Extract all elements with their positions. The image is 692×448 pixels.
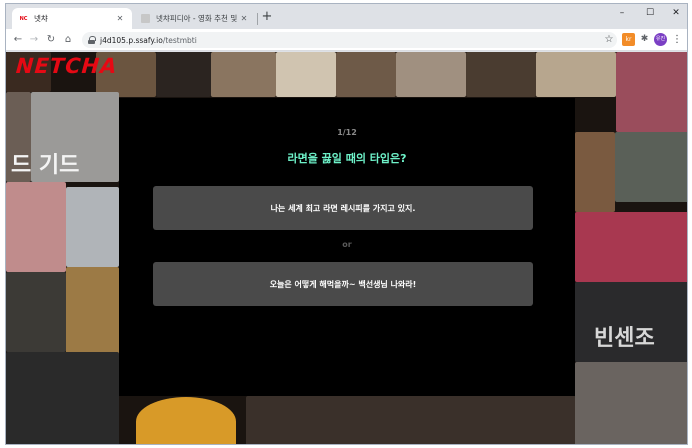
- poster-title-text: 드 기드: [11, 153, 80, 178]
- poster-tile: [575, 362, 687, 444]
- question-counter: 1/12: [337, 128, 357, 137]
- poster-title-text: 빈센조: [594, 326, 655, 351]
- poster-tile: [536, 52, 616, 97]
- browser-toolbar: ← → ↻ ⌂ j4d105.p.ssafy.io/testmbti ☆ kr …: [6, 29, 687, 51]
- tab-strip: NC 넷챠 ✕ 넷챠피디아 - 영화 추천 및 평가 ✕ + – ☐ ✕: [6, 4, 687, 29]
- poster-tile: [66, 187, 119, 267]
- netcha-favicon-icon: NC: [19, 15, 28, 22]
- url-host: j4d105.p.ssafy.io: [100, 35, 163, 45]
- forward-arrow-icon[interactable]: →: [27, 32, 41, 48]
- poster-tile: [246, 396, 576, 444]
- poster-tile: [66, 267, 119, 357]
- answer-option-2-button[interactable]: 오늘은 어떻게 해먹을까~ 백선생님 나와라!: [153, 262, 533, 306]
- close-window-button[interactable]: ✕: [662, 5, 687, 21]
- page-content: 드 기드 빈센조 NETCHA 1/12 라면을 끓일 때의 타입은? 나는 세…: [6, 52, 687, 444]
- url-path: /testmbti: [162, 35, 197, 45]
- poster-tile: [156, 52, 211, 97]
- menu-icon[interactable]: ⋮: [670, 32, 684, 48]
- poster-tile: [616, 52, 687, 132]
- or-separator: or: [342, 240, 352, 249]
- profile-avatar[interactable]: 유진: [654, 33, 667, 46]
- tab-close-icon[interactable]: ✕: [239, 14, 249, 23]
- mbti-quiz-modal: 1/12 라면을 끓일 때의 타입은? 나는 세계 최고 라면 레시피를 가지고…: [119, 98, 575, 396]
- poster-tile: [396, 52, 466, 97]
- minimize-button[interactable]: –: [608, 5, 636, 21]
- bookmark-star-icon[interactable]: ☆: [602, 32, 616, 48]
- netcha-logo[interactable]: NETCHA: [15, 54, 118, 78]
- browser-window: NC 넷챠 ✕ 넷챠피디아 - 영화 추천 및 평가 ✕ + – ☐ ✕ ← →…: [5, 3, 688, 445]
- poster-tile: [575, 212, 687, 282]
- tab-netcha[interactable]: NC 넷챠 ✕: [12, 8, 132, 29]
- image-favicon-icon: [141, 14, 150, 23]
- reload-icon[interactable]: ↻: [44, 32, 58, 48]
- tab-netchapedia[interactable]: 넷챠피디아 - 영화 추천 및 평가 ✕: [134, 8, 256, 29]
- poster-tile: [6, 272, 66, 352]
- poster-tile: [211, 52, 276, 97]
- poster-tile: [276, 52, 336, 97]
- poster-tile: [575, 132, 615, 212]
- poster-tile: [6, 352, 119, 444]
- poster-tile: [466, 52, 536, 97]
- tab-divider: [257, 13, 258, 25]
- back-arrow-icon[interactable]: ←: [11, 32, 25, 48]
- tab-title: 넷챠: [34, 14, 48, 23]
- answer-option-1-button[interactable]: 나는 세계 최고 라면 레시피를 가지고 있지.: [153, 186, 533, 230]
- new-tab-button[interactable]: +: [260, 10, 274, 24]
- extension-kr-icon[interactable]: kr: [622, 33, 635, 46]
- puzzle-icon[interactable]: ✱: [638, 33, 651, 46]
- maximize-button[interactable]: ☐: [636, 5, 664, 21]
- address-bar[interactable]: j4d105.p.ssafy.io/testmbti: [82, 32, 617, 48]
- home-icon[interactable]: ⌂: [61, 32, 75, 48]
- lock-icon: [88, 36, 96, 44]
- poster-tile: [615, 132, 687, 202]
- question-text: 라면을 끓일 때의 타입은?: [287, 152, 407, 165]
- tab-close-icon[interactable]: ✕: [115, 14, 125, 23]
- tab-title: 넷챠피디아 - 영화 추천 및 평가: [156, 14, 239, 23]
- poster-tile: [336, 52, 396, 97]
- poster-tile: [6, 182, 66, 272]
- poster-tile: [136, 397, 236, 444]
